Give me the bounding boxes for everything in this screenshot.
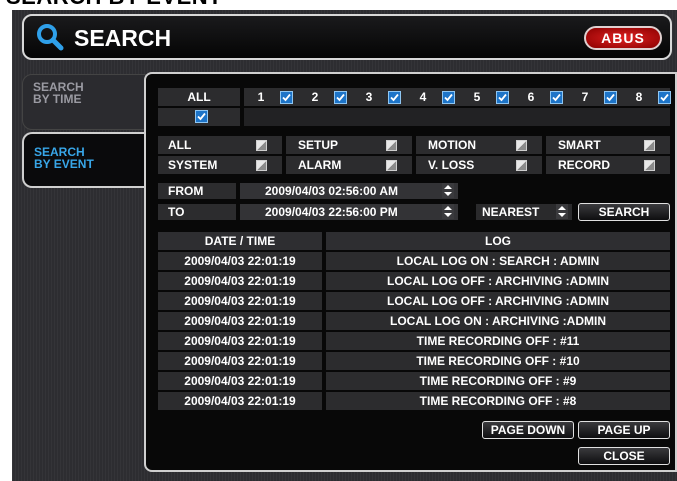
table-row-log[interactable]: LOCAL LOG ON : ARCHIVING :ADMIN	[326, 312, 670, 330]
channel-1-checkbox[interactable]	[280, 91, 293, 104]
event-type-label: MOTION	[428, 138, 476, 152]
page-up-button[interactable]: PAGE UP	[578, 421, 670, 439]
channel-all-label: ALL	[158, 88, 240, 106]
page-title: SEARCH BY EVENT	[6, 0, 222, 8]
event-type-checkbox[interactable]	[516, 160, 527, 171]
channel-all-checkbox[interactable]	[195, 110, 208, 123]
table-row-datetime[interactable]: 2009/04/03 22:01:19	[158, 252, 322, 270]
tab-search-by-time[interactable]: SEARCH BY TIME	[22, 74, 146, 130]
channel-1-label: 1	[257, 90, 265, 104]
page-down-button[interactable]: PAGE DOWN	[482, 421, 574, 439]
event-type-label: SYSTEM	[168, 158, 218, 172]
event-type-label: RECORD	[558, 158, 611, 172]
header-title: SEARCH	[74, 25, 172, 51]
header-bar: SEARCH ABUS	[22, 14, 672, 60]
channel-2-label: 2	[311, 90, 319, 104]
table-row-log[interactable]: TIME RECORDING OFF : #9	[326, 372, 670, 390]
event-type-label: SETUP	[298, 138, 339, 152]
table-row-log[interactable]: LOCAL LOG ON : SEARCH : ADMIN	[326, 252, 670, 270]
channel-6-checkbox[interactable]	[550, 91, 563, 104]
to-spinner[interactable]	[442, 204, 454, 219]
channel-8-checkbox[interactable]	[658, 91, 671, 104]
table-row-datetime[interactable]: 2009/04/03 22:01:19	[158, 372, 322, 390]
column-header-log: LOG	[326, 232, 670, 250]
tab-label-line2: BY TIME	[33, 92, 82, 106]
from-spinner[interactable]	[442, 183, 454, 198]
channel-4-label: 4	[419, 90, 427, 104]
channel-7-checkbox[interactable]	[604, 91, 617, 104]
column-header-datetime: DATE / TIME	[158, 232, 322, 250]
table-row-log[interactable]: TIME RECORDING OFF : #8	[326, 392, 670, 410]
event-type-label: SMART	[558, 138, 601, 152]
channel-5-label: 5	[473, 90, 481, 104]
table-row-datetime[interactable]: 2009/04/03 22:01:19	[158, 332, 322, 350]
search-button[interactable]: SEARCH	[578, 203, 670, 221]
event-type-checkbox[interactable]	[386, 160, 397, 171]
channel-4-checkbox[interactable]	[442, 91, 455, 104]
abus-logo: ABUS	[584, 26, 662, 50]
channel-6-label: 6	[527, 90, 535, 104]
table-row-log[interactable]: LOCAL LOG OFF : ARCHIVING :ADMIN	[326, 272, 670, 290]
from-label: FROM	[158, 183, 236, 199]
channel-8-label: 8	[635, 90, 643, 104]
nearest-label: NEAREST	[482, 205, 540, 219]
tab-search-by-event[interactable]: SEARCH BY EVENT	[22, 132, 146, 188]
close-button[interactable]: CLOSE	[578, 447, 670, 465]
event-type-checkbox[interactable]	[644, 140, 655, 151]
channel-3-checkbox[interactable]	[388, 91, 401, 104]
table-row-log[interactable]: TIME RECORDING OFF : #11	[326, 332, 670, 350]
table-row-datetime[interactable]: 2009/04/03 22:01:19	[158, 312, 322, 330]
event-type-label: ALARM	[298, 158, 342, 172]
nearest-spinner[interactable]	[556, 204, 568, 219]
channel-3-label: 3	[365, 90, 373, 104]
search-icon	[36, 23, 64, 51]
event-type-checkbox[interactable]	[386, 140, 397, 151]
to-label: TO	[158, 204, 236, 220]
table-row-datetime[interactable]: 2009/04/03 22:01:19	[158, 392, 322, 410]
table-row-log[interactable]: LOCAL LOG OFF : ARCHIVING :ADMIN	[326, 292, 670, 310]
event-type-checkbox[interactable]	[516, 140, 527, 151]
table-row-datetime[interactable]: 2009/04/03 22:01:19	[158, 352, 322, 370]
channel-2-checkbox[interactable]	[334, 91, 347, 104]
event-type-checkbox[interactable]	[644, 160, 655, 171]
event-type-label: ALL	[168, 138, 192, 152]
event-type-checkbox[interactable]	[256, 160, 267, 171]
from-datetime-field[interactable]: 2009/04/03 02:56:00 AM	[240, 183, 458, 199]
channel-7-label: 7	[581, 90, 589, 104]
event-type-checkbox[interactable]	[256, 140, 267, 151]
tab-label-line2: BY EVENT	[34, 157, 94, 171]
channel-5-checkbox[interactable]	[496, 91, 509, 104]
to-datetime-field[interactable]: 2009/04/03 22:56:00 PM	[240, 204, 458, 220]
event-type-label: V. LOSS	[428, 158, 475, 172]
table-row-datetime[interactable]: 2009/04/03 22:01:19	[158, 292, 322, 310]
table-row-datetime[interactable]: 2009/04/03 22:01:19	[158, 272, 322, 290]
channel-all-spacer	[244, 108, 670, 126]
table-row-log[interactable]: TIME RECORDING OFF : #10	[326, 352, 670, 370]
